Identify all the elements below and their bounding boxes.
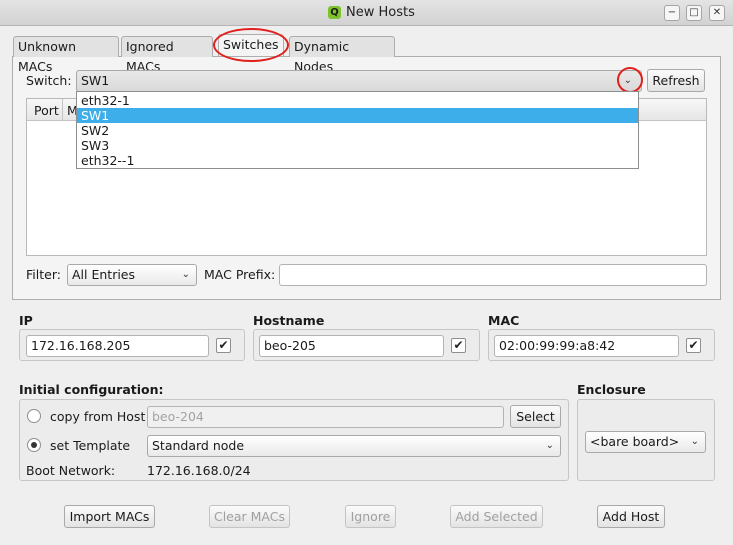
dropdown-option[interactable]: eth32-1 bbox=[77, 93, 638, 108]
mac-input[interactable]: 02:00:99:99:a8:42 bbox=[494, 335, 679, 357]
copy-from-host-input: beo-204 bbox=[147, 406, 504, 428]
initial-configuration-label: Initial configuration: bbox=[19, 382, 164, 397]
set-template-radio[interactable] bbox=[27, 438, 41, 452]
enclosure-combobox-value: <bare board> bbox=[590, 434, 680, 449]
hostname-input[interactable]: beo-205 bbox=[259, 335, 444, 357]
window-title: New Hosts bbox=[346, 5, 415, 20]
switch-combobox[interactable]: SW1 ⌄ bbox=[76, 70, 642, 92]
add-selected-button[interactable]: Add Selected bbox=[450, 505, 543, 528]
enclosure-combobox[interactable]: <bare board> ⌄ bbox=[585, 431, 706, 453]
filter-combobox-value: All Entries bbox=[72, 267, 136, 282]
boot-network-label: Boot Network: bbox=[26, 463, 116, 478]
chevron-down-icon[interactable]: ⌄ bbox=[546, 436, 554, 456]
clear-macs-button[interactable]: Clear MACs bbox=[209, 505, 290, 528]
column-header-port[interactable]: Port bbox=[34, 103, 59, 118]
mac-prefix-input[interactable] bbox=[279, 264, 707, 286]
enclosure-label: Enclosure bbox=[577, 382, 646, 397]
ip-checkbox[interactable]: ✔ bbox=[216, 338, 231, 353]
ip-label: IP bbox=[19, 313, 33, 328]
switch-label: Switch: bbox=[26, 73, 72, 88]
select-host-button[interactable]: Select bbox=[510, 405, 561, 428]
chevron-down-icon[interactable]: ⌄ bbox=[691, 432, 699, 452]
dropdown-option[interactable]: eth32--1 bbox=[77, 153, 638, 168]
switch-combobox-value: SW1 bbox=[81, 73, 110, 88]
mac-prefix-label: MAC Prefix: bbox=[204, 267, 276, 282]
dropdown-option[interactable]: SW3 bbox=[77, 138, 638, 153]
dropdown-highlight-ring bbox=[617, 67, 643, 93]
column-divider bbox=[62, 99, 63, 121]
refresh-button[interactable]: Refresh bbox=[647, 69, 705, 92]
copy-from-host-radio[interactable] bbox=[27, 409, 41, 423]
hostname-label: Hostname bbox=[253, 313, 325, 328]
minimize-button[interactable]: − bbox=[664, 5, 680, 21]
tab-dynamic-nodes[interactable]: Dynamic Nodes bbox=[289, 36, 395, 74]
tab-unknown-macs[interactable]: Unknown MACs bbox=[13, 36, 119, 74]
boot-network-value: 172.16.168.0/24 bbox=[147, 463, 251, 478]
template-combobox-value: Standard node bbox=[152, 438, 245, 453]
mac-checkbox[interactable]: ✔ bbox=[686, 338, 701, 353]
maximize-button[interactable]: □ bbox=[686, 5, 702, 21]
filter-label: Filter: bbox=[26, 267, 61, 282]
import-macs-button[interactable]: Import MACs bbox=[64, 505, 155, 528]
add-host-button[interactable]: Add Host bbox=[597, 505, 665, 528]
tab-ignored-macs[interactable]: Ignored MACs bbox=[121, 36, 213, 74]
mac-label: MAC bbox=[488, 313, 520, 328]
close-button[interactable]: ✕ bbox=[709, 5, 725, 21]
chevron-down-icon[interactable]: ⌄ bbox=[182, 265, 190, 285]
template-combobox[interactable]: Standard node ⌄ bbox=[147, 435, 561, 457]
copy-from-host-label[interactable]: copy from Host bbox=[50, 409, 145, 424]
ignore-button[interactable]: Ignore bbox=[345, 505, 396, 528]
hostname-checkbox[interactable]: ✔ bbox=[451, 338, 466, 353]
switch-dropdown-list[interactable]: eth32-1 SW1 SW2 SW3 eth32--1 bbox=[76, 91, 639, 169]
tab-highlight-ring bbox=[213, 28, 289, 62]
app-icon: Q bbox=[328, 6, 341, 19]
dropdown-option-selected[interactable]: SW1 bbox=[77, 108, 638, 123]
set-template-label[interactable]: set Template bbox=[50, 438, 130, 453]
ip-input[interactable]: 172.16.168.205 bbox=[26, 335, 209, 357]
dropdown-option[interactable]: SW2 bbox=[77, 123, 638, 138]
filter-combobox[interactable]: All Entries ⌄ bbox=[67, 264, 197, 286]
